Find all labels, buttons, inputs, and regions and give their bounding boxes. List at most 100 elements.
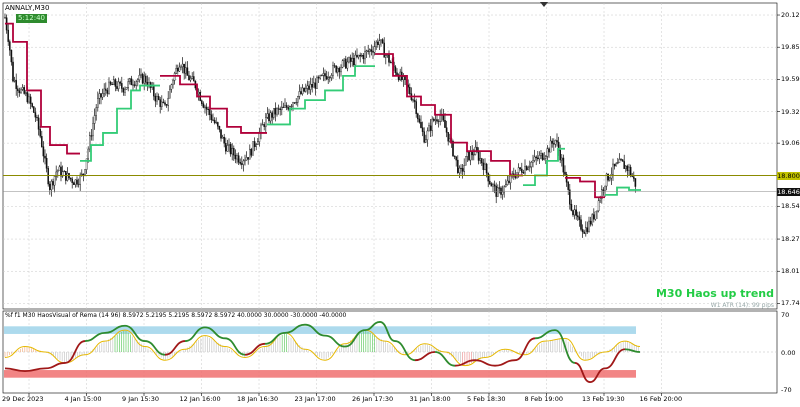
candle-body (95, 107, 97, 116)
time-axis-label: 26 Jan 17:30 (352, 395, 394, 403)
candle-body (132, 84, 134, 86)
candle-body (297, 96, 299, 103)
candle-body (277, 108, 280, 110)
candle-body (156, 96, 158, 102)
candle-body (18, 90, 21, 93)
candle-body (112, 79, 115, 85)
candle-body (465, 156, 467, 166)
candle-body (460, 167, 462, 169)
candle-body (247, 157, 250, 160)
candle-body (210, 114, 213, 121)
candle-body (31, 103, 34, 107)
candle-body (152, 86, 155, 97)
indicator-axis-top: 70 (781, 311, 790, 319)
candle-body (380, 39, 382, 41)
candle-body (361, 54, 363, 57)
candle-body (535, 156, 537, 159)
candle-body (580, 219, 582, 230)
chart-window[interactable]: ANNALY,M30 5:12:40 20.121 19.856 19.591 19.… (0, 0, 800, 405)
candle-body (295, 102, 298, 104)
candle-body (90, 135, 93, 137)
time-axis-label: 16 Feb 20:00 (639, 395, 683, 403)
candle-body (215, 122, 218, 124)
candle-body (10, 49, 13, 63)
candle-body (625, 165, 627, 169)
candle-body (386, 54, 389, 56)
candle-body (311, 84, 314, 88)
candle-body (621, 159, 624, 162)
candle-body (396, 72, 398, 76)
candle-body (213, 120, 216, 123)
candle-body (612, 163, 614, 175)
candle-body (501, 191, 504, 195)
indicator-axis-mid: 0.00 (781, 349, 796, 357)
candle-body (226, 145, 229, 152)
candle-body (332, 65, 334, 76)
candle-body (620, 159, 622, 161)
candle-body (228, 144, 230, 146)
candle-body (561, 157, 563, 161)
candle-body (157, 96, 160, 100)
timer-badge: 5:12:40 (16, 14, 47, 23)
candle-body (537, 157, 539, 160)
candle-body (58, 166, 61, 171)
candle-body (343, 58, 346, 61)
candle-body (567, 182, 569, 190)
candle-body (556, 140, 558, 143)
candle-body (349, 57, 352, 62)
candle-body (473, 154, 475, 156)
candle-body (257, 141, 259, 145)
indicator-axis-bottom: -70 (781, 386, 792, 394)
candle-body (364, 51, 366, 60)
candle-body (369, 49, 371, 52)
candle-body (485, 163, 488, 174)
time-axis-label: 31 Jan 18:00 (409, 395, 451, 403)
candle-body (178, 66, 181, 72)
level-price-label: 18.800 (777, 172, 800, 180)
time-axis-label: 4 Jan 15:00 (64, 395, 102, 403)
candle-body (409, 87, 411, 94)
candle-body (481, 158, 483, 164)
candle-body (106, 90, 109, 94)
candle-body (133, 84, 136, 86)
price-axis-label: 19.591 (781, 75, 800, 84)
candle-body (533, 156, 536, 161)
candle-body (426, 130, 429, 141)
candle-body (184, 67, 187, 74)
candle-body (239, 162, 242, 164)
candle-body (116, 86, 118, 89)
candle-body (489, 180, 491, 184)
candle-body (66, 173, 69, 181)
candle-body (479, 158, 482, 161)
candle-body (49, 183, 51, 190)
candle-body (498, 187, 501, 189)
candle-body (269, 112, 272, 122)
candle-body (317, 77, 320, 79)
candle-body (578, 216, 581, 220)
candle-body (417, 113, 419, 120)
candle-body (17, 88, 19, 91)
candle-body (252, 141, 254, 156)
candle-body (538, 155, 541, 160)
chart-canvas[interactable] (0, 0, 800, 405)
candle-body (23, 87, 26, 94)
candle-body (207, 109, 210, 111)
candle-body (175, 68, 178, 74)
candle-body (8, 41, 11, 51)
candle-body (581, 229, 584, 233)
candle-body (93, 115, 96, 124)
candle-body (117, 81, 120, 89)
candle-body (298, 91, 301, 97)
candle-body (549, 140, 552, 153)
candle-body (236, 155, 238, 160)
candle-body (623, 161, 625, 169)
candle-body (629, 166, 632, 176)
candle-body (373, 46, 376, 53)
candle-body (321, 75, 323, 77)
candle-body (45, 157, 48, 169)
candle-body (111, 84, 113, 86)
candle-body (79, 174, 81, 185)
candle-body (309, 84, 312, 90)
candle-body (20, 89, 22, 93)
candle-body (69, 177, 72, 180)
